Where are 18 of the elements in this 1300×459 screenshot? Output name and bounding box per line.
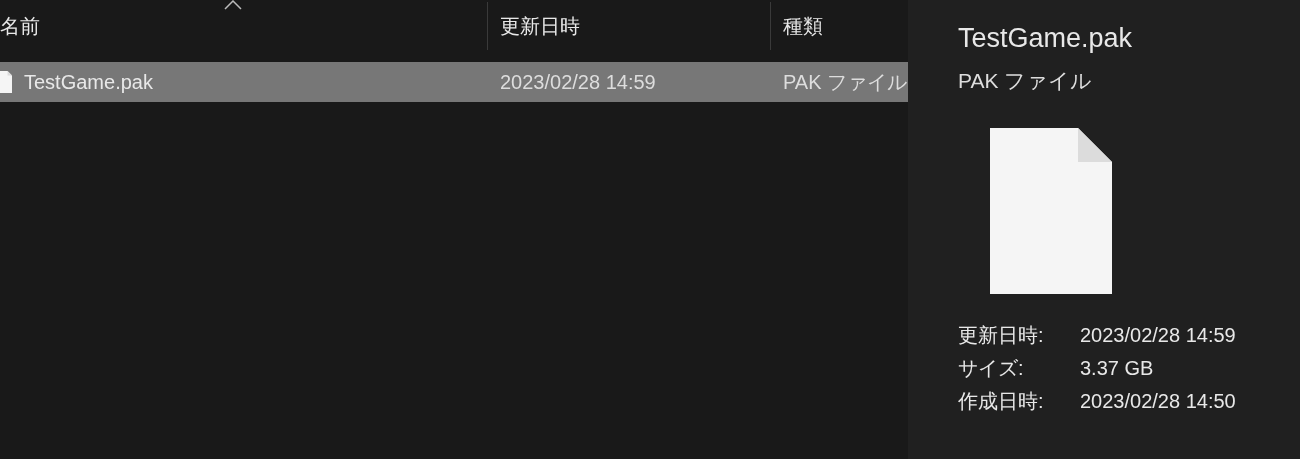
file-type: PAK ファイル <box>782 70 908 95</box>
column-header[interactable]: 名前 <box>0 2 488 50</box>
preview-title: TestGame.pak <box>958 22 1134 55</box>
modified-date: 2023/02/28 14:59 <box>499 70 657 95</box>
sort-caret-icon <box>224 0 242 10</box>
detail-label: 更新日時: <box>958 323 1045 348</box>
detail-value: 3.37 GB <box>1080 356 1154 381</box>
detail-value: 2023/02/28 14:50 <box>1080 389 1236 414</box>
detail-value: 2023/02/28 14:59 <box>1080 323 1236 348</box>
column-header[interactable]: 更新日時 <box>488 2 771 50</box>
detail-label: 作成日時: <box>958 389 1045 414</box>
column-header[interactable]: 種類 <box>771 2 908 50</box>
preview-subtitle: PAK ファイル <box>958 67 1094 94</box>
detail-label: サイズ: <box>958 356 1025 381</box>
file-icon <box>0 71 12 93</box>
file-icon <box>990 128 1112 294</box>
file-row[interactable]: TestGame.pak 2023/02/28 14:59 PAK ファイル <box>0 62 908 102</box>
file-name: TestGame.pak <box>24 70 153 95</box>
